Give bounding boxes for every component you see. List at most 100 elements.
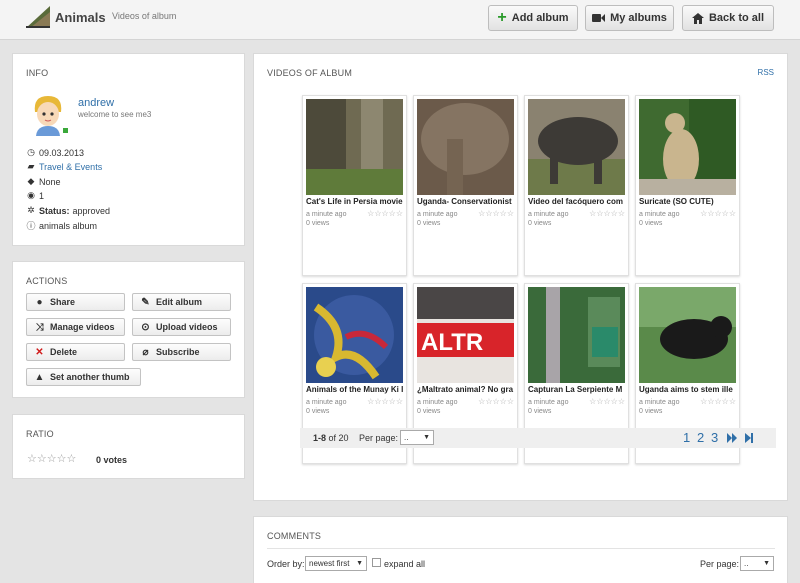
edit-album-button[interactable]: ✎ Edit album: [132, 293, 231, 311]
rss-link[interactable]: RSS: [758, 68, 774, 77]
video-time: a minute ago: [417, 211, 458, 218]
comments-divider: [267, 548, 775, 549]
video-title[interactable]: Suricate (SO CUTE): [639, 197, 737, 206]
video-rating: ☆☆☆☆☆: [589, 209, 625, 218]
video-views: 0 views: [417, 220, 441, 227]
video-thumbnail[interactable]: ALTR: [417, 287, 514, 383]
album-description: animals album: [39, 220, 98, 231]
back-to-all-label: Back to all: [708, 12, 765, 24]
video-card[interactable]: Cat's Life in Persia movie a minute ago …: [302, 95, 407, 276]
user-status-text: welcome to see me3: [78, 110, 152, 119]
subscribe-button[interactable]: ⌀ Subscribe: [132, 343, 231, 361]
video-title[interactable]: Animals of the Munay Ki I: [306, 385, 404, 394]
info-panel: INFO andrew welcome to see me3 ◷ 09.03.2…: [12, 53, 245, 246]
video-views: 0 views: [306, 408, 330, 415]
video-time: a minute ago: [639, 211, 680, 218]
video-card[interactable]: Suricate (SO CUTE) a minute ago 0 views …: [635, 95, 740, 276]
video-thumbnail[interactable]: [639, 287, 736, 383]
order-by-value: newest first: [309, 559, 350, 568]
video-rating: ☆☆☆☆☆: [478, 209, 514, 218]
page-1-link[interactable]: 1: [683, 430, 690, 445]
dropdown-arrow-icon: ▼: [356, 560, 363, 567]
manage-videos-label: Manage videos: [50, 322, 115, 332]
category-link[interactable]: Travel & Events: [39, 162, 102, 172]
comments-per-page-select[interactable]: .. ▼: [740, 556, 774, 571]
add-album-label: Add album: [511, 12, 569, 24]
per-page-select[interactable]: .. ▼: [400, 430, 434, 445]
actions-panel: ACTIONS ● Share ✎ Edit album ⤨ Manage vi…: [12, 261, 245, 398]
video-rating: ☆☆☆☆☆: [478, 397, 514, 406]
videos-title: VIDEOS OF ALBUM: [267, 68, 353, 78]
video-title[interactable]: ¿Maltrato animal? No gra: [417, 385, 515, 394]
video-title[interactable]: Cat's Life in Persia movie: [306, 197, 404, 206]
plus-icon: +: [497, 9, 507, 26]
video-thumbnail[interactable]: [528, 287, 625, 383]
video-thumbnail[interactable]: [639, 99, 736, 195]
album-tags: None: [39, 176, 61, 187]
comments-panel: COMMENTS Order by: newest first ▼ expand…: [253, 516, 788, 583]
status-label: Status:: [39, 205, 70, 216]
pager-range: 1-8: [313, 433, 327, 443]
my-albums-button[interactable]: My albums: [585, 5, 674, 31]
video-card[interactable]: Video del facóquero com a minute ago 0 v…: [524, 95, 629, 276]
order-by-select[interactable]: newest first ▼: [305, 556, 367, 571]
album-subtitle: Videos of album: [112, 11, 177, 21]
video-time: a minute ago: [306, 399, 347, 406]
video-views: 0 views: [528, 220, 552, 227]
last-page-icon[interactable]: [745, 433, 754, 443]
delete-button[interactable]: ✕ Delete: [26, 343, 125, 361]
my-albums-label: My albums: [610, 12, 667, 24]
clock-icon: ◷: [27, 147, 35, 157]
page-3-link[interactable]: 3: [711, 430, 718, 445]
delete-x-icon: ✕: [35, 346, 44, 358]
expand-all-label: expand all: [384, 559, 426, 569]
home-icon: [691, 12, 704, 24]
upload-videos-button[interactable]: ⊙ Upload videos: [132, 318, 231, 336]
video-title[interactable]: Uganda- Conservationist: [417, 197, 515, 206]
back-to-all-button[interactable]: Back to all: [682, 5, 774, 31]
user-avatar[interactable]: [27, 92, 69, 136]
video-thumbnail[interactable]: [417, 99, 514, 195]
top-header: Animals Videos of album + Add album My a…: [0, 0, 800, 40]
album-logo-icon: [26, 6, 50, 28]
video-title[interactable]: Video del facóquero com: [528, 197, 626, 206]
subscribe-label: Subscribe: [156, 347, 200, 357]
videos-pager: 1-8 of 20 Per page: .. ▼ 1 2 3: [300, 428, 776, 448]
picture-icon: ▲: [34, 371, 45, 383]
per-page-value: ..: [404, 433, 409, 442]
expand-all-checkbox[interactable]: [372, 558, 381, 567]
info-category-row: ▰ Travel & Events: [26, 161, 103, 172]
edit-album-label: Edit album: [156, 297, 203, 307]
video-time: a minute ago: [306, 211, 347, 218]
video-title[interactable]: Uganda aims to stem ille: [639, 385, 737, 394]
video-views: 0 views: [417, 408, 441, 415]
status-value: approved: [72, 205, 111, 216]
rating-stars[interactable]: ☆☆☆☆☆: [27, 452, 76, 465]
globe-icon: ●: [36, 296, 43, 308]
upload-icon: ⊙: [141, 321, 150, 333]
set-another-thumb-button[interactable]: ▲ Set another thumb: [26, 368, 141, 386]
add-album-button[interactable]: + Add album: [488, 5, 578, 31]
video-card[interactable]: Uganda- Conservationist a minute ago 0 v…: [413, 95, 518, 276]
info-icon: ⓘ: [26, 221, 36, 231]
tag-icon: ◆: [27, 176, 35, 186]
username-link[interactable]: andrew: [78, 97, 114, 109]
info-date-row: ◷ 09.03.2013: [26, 147, 84, 158]
upload-videos-label: Upload videos: [156, 322, 218, 332]
video-views: 0 views: [306, 220, 330, 227]
video-thumbnail[interactable]: [528, 99, 625, 195]
share-button[interactable]: ● Share: [26, 293, 125, 311]
edit-icon: ✎: [141, 296, 150, 308]
video-thumbnail[interactable]: [306, 287, 403, 383]
info-description-row: ⓘ animals album: [26, 219, 97, 232]
video-thumbnail[interactable]: [306, 99, 403, 195]
pager-total: of 20: [326, 433, 349, 443]
next-page-icon[interactable]: [727, 433, 738, 443]
video-views: 0 views: [639, 408, 663, 415]
ratio-panel: RATIO ☆☆☆☆☆ 0 votes: [12, 414, 245, 479]
manage-videos-button[interactable]: ⤨ Manage videos: [26, 318, 125, 336]
info-title: INFO: [26, 68, 49, 78]
video-title[interactable]: Capturan La Serpiente M: [528, 385, 626, 394]
video-time: a minute ago: [417, 399, 458, 406]
page-2-link[interactable]: 2: [697, 430, 704, 445]
